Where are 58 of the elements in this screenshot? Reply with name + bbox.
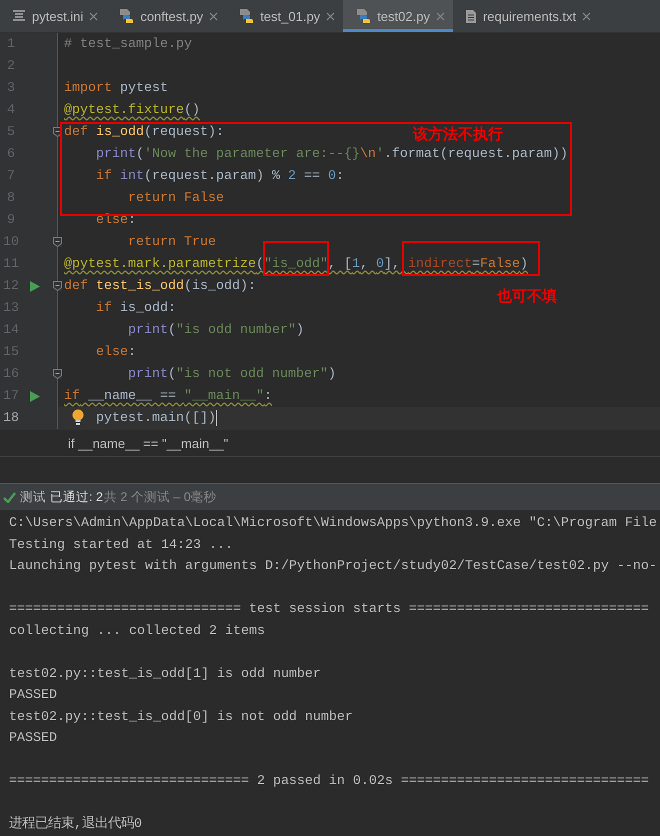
fold-icon[interactable] [53,237,62,247]
text-caret [216,410,217,426]
run-icon[interactable] [30,281,40,292]
close-icon[interactable] [436,12,445,20]
console-line: Testing started at 14:23 ... [9,538,233,552]
console-line: PASSED [9,688,57,703]
editor-tab[interactable]: test02.py [343,0,453,32]
close-icon[interactable] [209,12,218,20]
code-line: @pytest.mark.parametrize("is_odd", [1, 0], indirect=False) [64,256,528,272]
console-line: test02.py::test_is_odd[1] is odd number [9,666,321,682]
fold-icon[interactable] [53,369,62,379]
code-line: else: [96,212,136,228]
editor-tab[interactable]: pytest.ini [0,0,106,32]
editor-tab[interactable]: test_01.py [226,0,344,32]
python-file-icon [238,8,254,24]
close-icon[interactable] [582,12,592,20]
lightbulb-icon[interactable] [72,409,84,426]
code-line: if __name__ == "__main__": [64,388,272,404]
editor-tab[interactable]: requirements.txt [452,0,600,32]
line-number: 18 [2,410,20,426]
code-line: return False [128,190,224,206]
console-line: 进程已结束,退出代码0 [9,817,142,832]
code-line: def is_odd(request): [64,124,224,140]
code-line: print("is odd number") [128,322,304,338]
code-line: else: [96,344,136,360]
highlight-box [263,241,329,276]
console-line: ============================== 2 passed in 0.02s =============================== [9,774,649,789]
python-file-icon [355,8,372,24]
breadcrumb[interactable]: if __name__ == "__main__" [68,436,228,450]
console-line: ============================= test session starts ============================== [9,602,649,617]
console-line: PASSED [9,731,57,746]
code-line: @pytest.fixture() [64,102,200,118]
annotation-note: 也可不填 [497,287,557,306]
status-summary: 共 2 个测试 – 0毫秒 [104,488,217,506]
console-line: collecting ... collected 2 items [9,624,265,638]
status-result: 已通过: 2 [50,488,103,506]
console-line: C:\Users\Admin\AppData\Local\Microsoft\WindowsApps\python3.9.exe "C:\Program File [9,516,657,531]
code-line: print("is not odd number") [128,366,336,382]
status-label: 测试 [20,488,46,506]
fold-icon[interactable] [53,281,62,291]
code-line: def test_is_odd(is_odd): [64,278,256,294]
console-line: test02.py::test_is_odd[0] is not odd number [9,710,353,724]
console-line: Launching pytest with arguments D:/PythonProject/study02/TestCase/test02.py --no- [9,559,657,574]
code-line: pytest.main([]) [96,410,216,426]
code-line: print('Now the parameter are:--{}\n'.format(request.param)) [96,146,568,162]
run-icon[interactable] [30,391,40,402]
code-line: return True [128,234,216,250]
code-line: import pytest [64,80,168,96]
text-file-icon [464,8,477,24]
close-icon[interactable] [89,12,98,20]
annotation-note: 该方法不执行 [413,125,503,144]
lines-icon [12,10,26,22]
python-file-icon [118,8,134,24]
code-line: if is_odd: [96,300,176,316]
code-line: if int(request.param) % 2 == 0: [96,168,344,184]
code-line: # test_sample.py [64,36,192,52]
close-icon[interactable] [326,12,336,20]
editor-tab[interactable]: conftest.py [106,0,226,32]
